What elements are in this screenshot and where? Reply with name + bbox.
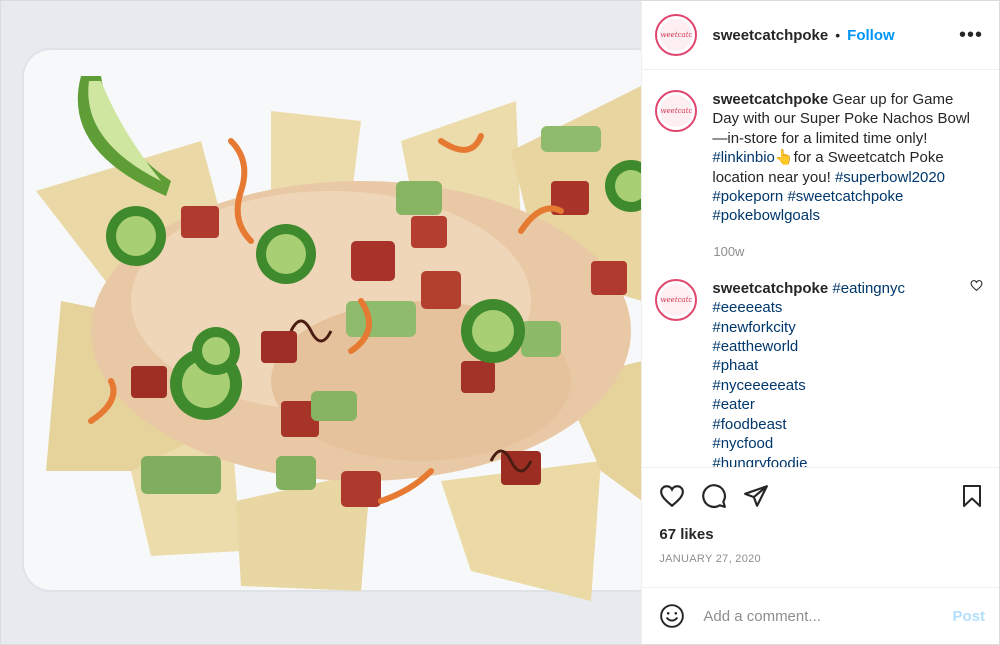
comment: Sweetcatch sweetcatchpoke #eatingnyc #ee…	[655, 278, 983, 468]
comments-section: Sweetcatch sweetcatchpoke Gear up for Ga…	[642, 70, 999, 468]
hashtag-link[interactable]: #sweetcatchpoke	[787, 188, 903, 205]
avatar-logo: Sweetcatch	[660, 19, 693, 51]
heart-icon[interactable]	[659, 483, 685, 509]
comment-icon[interactable]	[701, 483, 727, 509]
comment-username[interactable]: sweetcatchpoke	[712, 280, 828, 297]
hashtag-link[interactable]: #linkinbio	[712, 149, 775, 166]
comment-avatar[interactable]: Sweetcatch	[655, 278, 698, 321]
action-bar	[642, 468, 999, 524]
hashtag-link[interactable]: #phaat	[712, 357, 758, 374]
add-comment-bar: Post	[642, 587, 999, 644]
post-comment-button[interactable]: Post	[952, 608, 985, 625]
caption-avatar[interactable]: Sweetcatch	[655, 90, 698, 132]
hashtag-link[interactable]: #eatingnyc	[832, 280, 905, 297]
bookmark-icon[interactable]	[960, 484, 984, 508]
hashtag-link[interactable]: #nyceeeeeats	[712, 377, 805, 394]
hashtag-link[interactable]: #pokebowlgoals	[712, 207, 820, 224]
more-options-icon[interactable]: •••	[959, 25, 983, 45]
post-frame: Sweetcatch sweetcatchpoke • Follow ••• S…	[0, 0, 1000, 645]
hashtag-link[interactable]: #eattheworld	[712, 338, 798, 355]
caption: Sweetcatch sweetcatchpoke Gear up for Ga…	[655, 90, 983, 226]
comment-text: sweetcatchpoke #eatingnyc #eeeeeats #new…	[712, 279, 962, 468]
hashtag-link[interactable]: #eeeeeats	[712, 299, 782, 316]
caption-text: sweetcatchpoke Gear up for Game Day with…	[712, 90, 983, 226]
likes-count[interactable]: 67 likes	[642, 526, 999, 543]
hashtag-link[interactable]: #hungryfoodie	[712, 455, 807, 468]
post-photo[interactable]	[1, 1, 642, 644]
post-date: JANUARY 27, 2020	[659, 553, 761, 565]
poke-nachos-image	[1, 1, 642, 644]
avatar-logo: Sweetcatch	[660, 283, 693, 316]
avatar[interactable]: Sweetcatch	[655, 14, 698, 56]
avatar-logo: Sweetcatch	[660, 95, 693, 127]
smiley-icon[interactable]	[659, 603, 685, 629]
hashtag-link[interactable]: #newforkcity	[712, 319, 795, 336]
hashtag-link[interactable]: #pokeporn	[712, 188, 783, 205]
caption-age[interactable]: 100w	[713, 244, 983, 259]
pointing-emoji: 👆	[774, 149, 794, 167]
hashtag-link[interactable]: #foodbeast	[712, 416, 786, 433]
caption-username[interactable]: sweetcatchpoke	[712, 91, 828, 108]
share-icon[interactable]	[743, 483, 769, 509]
hashtag-link[interactable]: #nycfood	[712, 435, 773, 452]
header-separator: •	[835, 27, 841, 43]
comment-like-heart-icon[interactable]	[970, 279, 983, 297]
follow-button[interactable]: Follow	[847, 27, 895, 44]
comment-input[interactable]	[703, 607, 943, 625]
hashtag-link[interactable]: #eater	[712, 396, 755, 413]
post-header: Sweetcatch sweetcatchpoke • Follow •••	[642, 1, 999, 70]
header-username[interactable]: sweetcatchpoke	[712, 27, 828, 44]
post-sidebar: Sweetcatch sweetcatchpoke • Follow ••• S…	[641, 1, 999, 644]
hashtag-link[interactable]: #superbowl2020	[835, 169, 945, 186]
